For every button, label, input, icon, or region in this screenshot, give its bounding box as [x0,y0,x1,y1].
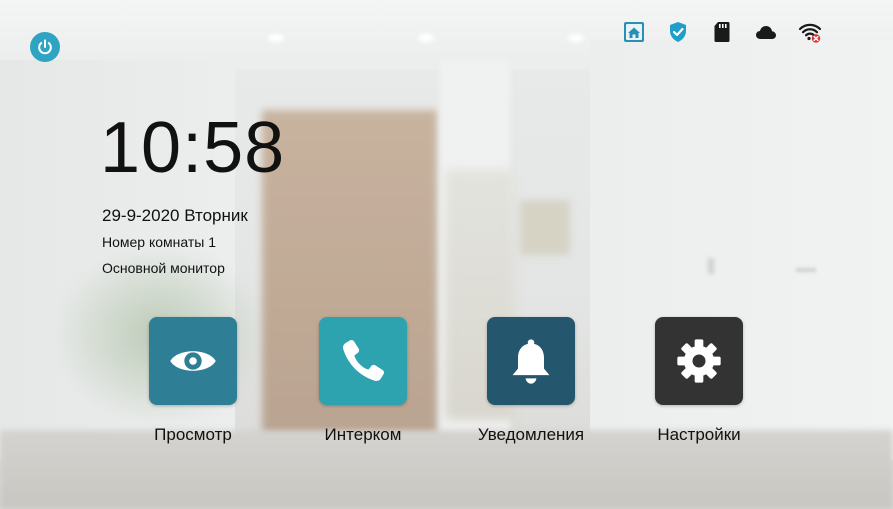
sd-card-icon [710,20,734,44]
home-icon [622,20,646,44]
monitor-role: Основной монитор [102,260,225,276]
background-niche [520,200,570,255]
room-number: Номер комнаты 1 [102,234,217,250]
app-notifications-button[interactable]: Уведомления [478,317,584,447]
app-view-button[interactable]: Просмотр [143,317,243,447]
gear-icon [677,339,721,383]
app-view-label: Просмотр [154,425,232,444]
app-intercom-label: Интерком [324,425,402,444]
background-handle [796,268,816,272]
background-ceiling-light [268,34,284,42]
app-settings-button[interactable]: Настройки [649,317,749,447]
app-notifications-label: Уведомления [477,425,585,444]
eye-icon [170,351,216,371]
cloud-icon [754,20,778,44]
app-settings-label: Настройки [657,425,741,444]
background-ceiling-light [568,34,584,42]
app-notifications-tile [487,317,575,405]
app-view-tile [149,317,237,405]
date-weekday: 29-9-2020 Вторник [102,206,248,225]
phone-icon [342,339,385,382]
home-screen: 10:58 29-9-2020 Вторник Номер комнаты 1 … [0,0,893,509]
background-ceiling-light [418,34,434,42]
app-intercom-button[interactable]: Интерком [313,317,413,447]
bell-icon [512,339,550,384]
power-icon [38,39,52,55]
shield-check-icon [666,20,690,44]
app-settings-tile [655,317,743,405]
background-light-switch [708,258,714,274]
status-bar [622,20,832,48]
wifi-disconnected-icon [798,20,822,44]
clock-time: 10:58 [100,108,286,188]
app-intercom-tile [319,317,407,405]
power-button[interactable] [30,32,60,62]
